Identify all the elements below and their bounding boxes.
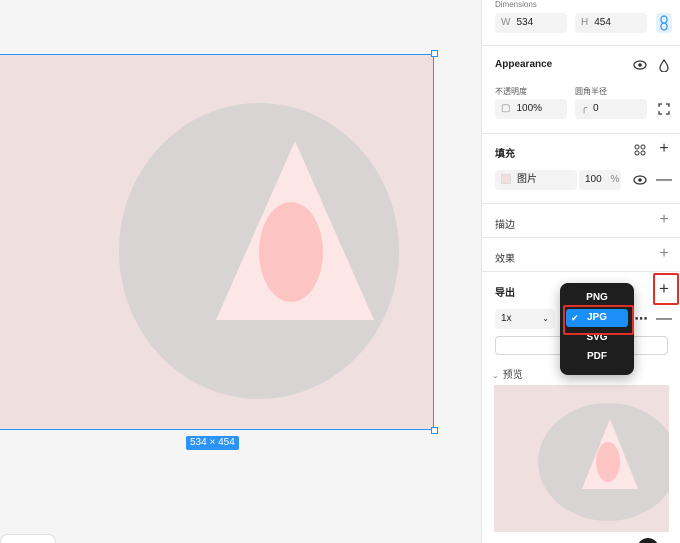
resize-handle-top-right[interactable] — [431, 50, 438, 57]
properties-panel: Dimensions W 534 H 454 Appearance 不透明度 圆角半… — [481, 0, 680, 543]
height-value: 454 — [594, 17, 611, 28]
appearance-title: Appearance — [495, 59, 553, 70]
export-title: 导出 — [495, 288, 515, 299]
chevron-down-icon: ⌄ — [542, 314, 549, 323]
design-canvas[interactable]: 534 × 454 — [0, 0, 481, 543]
fill-title: 填充 — [495, 149, 515, 160]
stroke-section: 描边 + — [482, 204, 680, 238]
height-field[interactable]: H 454 — [575, 13, 647, 33]
remove-fill-minus-icon[interactable]: — — [656, 171, 672, 188]
image-fill-swatch — [501, 174, 511, 185]
width-prefix: W — [501, 17, 511, 28]
export-more-options-icon[interactable]: ⋯ — [633, 311, 649, 327]
fill-type-field[interactable]: 图片 — [495, 170, 577, 190]
fill-type-value: 图片 — [517, 174, 537, 185]
export-preview-thumbnail — [494, 385, 669, 532]
add-fill-plus-icon[interactable]: + — [656, 140, 672, 157]
width-field[interactable]: W 534 — [495, 13, 567, 33]
radius-label: 圆角半径 — [575, 87, 607, 96]
remove-export-minus-icon[interactable]: — — [656, 310, 672, 327]
corner-radius-icon: ╭ — [581, 103, 588, 114]
add-effect-plus-icon[interactable]: + — [656, 245, 672, 262]
independent-corners-icon[interactable] — [656, 101, 672, 117]
preview-label: 预览 — [502, 370, 523, 381]
link-icon — [660, 15, 668, 31]
fill-opacity-value: 100 — [585, 174, 602, 185]
appearance-section: Appearance 不透明度 圆角半径 ▢ 100% ╭ 0 — [482, 46, 680, 134]
fill-styles-grid-icon[interactable] — [632, 142, 648, 158]
image-frame[interactable] — [0, 54, 434, 430]
blend-drop-icon[interactable] — [656, 57, 672, 73]
height-prefix: H — [581, 17, 589, 28]
opacity-icon: ▢ — [501, 103, 511, 114]
constrain-proportions-button[interactable] — [656, 13, 672, 33]
effects-section: 效果 + — [482, 238, 680, 272]
opacity-label: 不透明度 — [495, 87, 527, 96]
canvas-corner-chip[interactable] — [0, 534, 56, 543]
stroke-title: 描边 — [495, 220, 515, 231]
preview-toggle[interactable]: ⌄ 预览 — [492, 366, 523, 381]
add-stroke-plus-icon[interactable]: + — [656, 211, 672, 228]
radius-value: 0 — [593, 103, 599, 114]
width-value: 534 — [516, 17, 534, 28]
format-option-pdf[interactable]: PDF — [566, 348, 628, 366]
effects-title: 效果 — [495, 254, 515, 265]
dimensions-label: Dimensions — [495, 0, 537, 9]
resize-handle-bottom-right[interactable] — [431, 427, 438, 434]
highlight-box-add-export — [653, 273, 679, 305]
opacity-field[interactable]: ▢ 100% — [495, 99, 567, 119]
radius-field[interactable]: ╭ 0 — [575, 99, 647, 119]
export-scale-value: 1x — [501, 313, 512, 324]
fill-opacity-field[interactable]: 100 % — [579, 170, 621, 190]
ellipse-shape — [259, 202, 323, 302]
help-button[interactable] — [637, 538, 659, 543]
highlight-box-jpg — [563, 305, 634, 335]
opacity-value: 100% — [516, 103, 543, 114]
fill-visibility-eye-icon[interactable] — [632, 172, 648, 188]
fill-section: 填充 + 图片 100 % — — [482, 134, 680, 204]
fill-opacity-percent: % — [610, 174, 620, 185]
export-scale-select[interactable]: 1x ⌄ — [495, 309, 555, 329]
triangle-shape — [216, 141, 374, 320]
dimensions-section: Dimensions W 534 H 454 — [482, 0, 680, 46]
dimensions-badge: 534 × 454 — [186, 436, 239, 450]
chevron-down-icon: ⌄ — [492, 371, 499, 380]
visibility-eye-icon[interactable] — [632, 57, 648, 73]
